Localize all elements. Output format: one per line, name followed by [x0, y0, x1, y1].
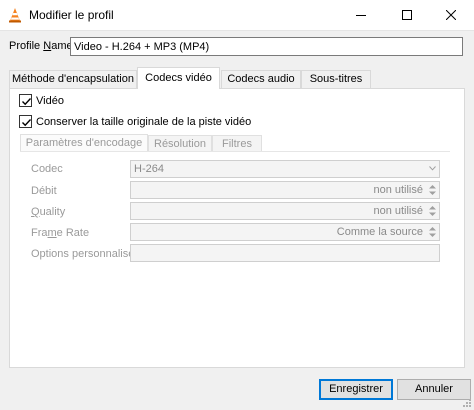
- minimize-button[interactable]: [338, 0, 384, 31]
- close-icon: [446, 10, 456, 20]
- video-checkbox[interactable]: [19, 94, 32, 107]
- checkmark-icon: [22, 119, 32, 127]
- checkmark-icon: [22, 98, 32, 106]
- vlc-cone-icon: [7, 7, 23, 23]
- close-button[interactable]: [428, 0, 474, 31]
- tab-subtitles[interactable]: Sous-titres: [301, 70, 371, 88]
- profile-name-label: Profile Name: [9, 40, 73, 52]
- title-bar: Modifier le profil: [0, 0, 474, 31]
- maximize-button[interactable]: [384, 0, 430, 31]
- resize-grip-icon[interactable]: [462, 398, 472, 408]
- save-button[interactable]: Enregistrer: [319, 379, 393, 400]
- tab-audio-codecs[interactable]: Codecs audio: [221, 70, 301, 88]
- profile-label-mnemonic: N: [43, 40, 52, 52]
- tab-encapsulation[interactable]: Méthode d'encapsulation: [9, 70, 137, 88]
- profile-label-prefix: Profile: [9, 40, 44, 52]
- cancel-button[interactable]: Annuler: [397, 379, 471, 400]
- window-title: Modifier le profil: [29, 8, 114, 22]
- profile-name-input[interactable]: [70, 37, 463, 56]
- maximize-icon: [402, 10, 412, 20]
- minimize-icon: [356, 15, 366, 16]
- video-codec-panel: [9, 88, 465, 368]
- keep-size-checkbox[interactable]: [19, 115, 32, 128]
- tab-video-codecs[interactable]: Codecs vidéo: [137, 67, 220, 89]
